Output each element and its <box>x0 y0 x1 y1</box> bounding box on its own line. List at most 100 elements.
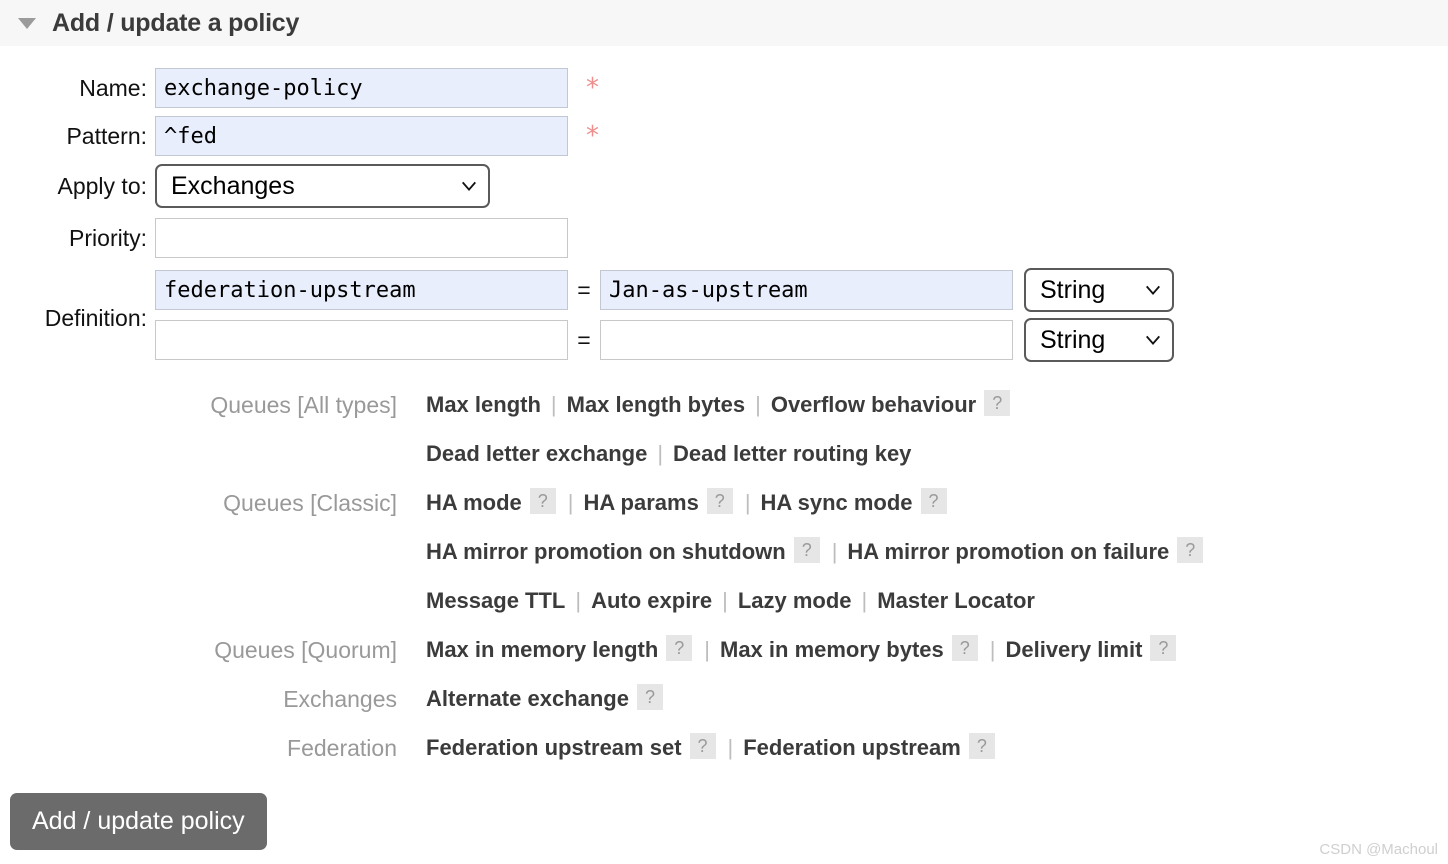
hint-links: Max length | Max length bytes | Overflow beh… <box>397 382 1448 480</box>
definition-label: Definition: <box>44 305 147 331</box>
hint-separator: | <box>657 441 664 466</box>
definition-equals-sign: = <box>577 326 591 353</box>
page-title: Add / update a policy <box>52 8 300 37</box>
hint-link[interactable]: HA mirror promotion on failure <box>847 539 1169 564</box>
definition-type-select[interactable]: String <box>1024 268 1174 312</box>
triangle-down-icon[interactable] <box>18 17 36 29</box>
help-icon[interactable]: ? <box>636 684 663 710</box>
hint-link[interactable]: Lazy mode <box>738 588 852 613</box>
add-update-policy-button[interactable]: Add / update policy <box>10 793 267 850</box>
hint-separator: | <box>755 392 761 417</box>
policy-form: Name: * Pattern: * Apply to: Exchanges P… <box>0 46 1448 774</box>
chevron-down-icon <box>1146 285 1160 295</box>
help-icon[interactable]: ? <box>920 488 947 514</box>
hint-links: Federation upstream set? | Federation upst… <box>397 725 1448 774</box>
hint-separator: | <box>727 735 734 760</box>
help-icon[interactable]: ? <box>529 488 556 514</box>
hint-line: HA mirror promotion on shutdown? | HA mirr… <box>426 529 1448 578</box>
definition-type-selected-value: String <box>1040 275 1106 304</box>
policy-hints: Queues [All types] Max length | Max length … <box>0 382 1448 774</box>
help-icon[interactable]: ? <box>984 390 1011 416</box>
definition-row: = String <box>155 268 1174 312</box>
hint-separator: | <box>704 637 710 662</box>
hint-category-label: Queues [All types] <box>210 392 397 418</box>
hint-link[interactable]: Delivery limit <box>1005 637 1142 662</box>
definition-type-select[interactable]: String <box>1024 318 1174 362</box>
definition-key-input[interactable] <box>155 270 568 310</box>
definition-value-input[interactable] <box>600 270 1013 310</box>
hint-link[interactable]: Alternate exchange <box>426 686 629 711</box>
definition-type-selected-value: String <box>1040 325 1106 354</box>
hint-link[interactable]: Federation upstream <box>743 735 961 760</box>
hint-category-label: Exchanges <box>283 686 397 712</box>
definition-key-input[interactable] <box>155 320 568 360</box>
apply-to-label: Apply to: <box>57 172 148 199</box>
hint-group: Queues [Classic] HA mode? | HA params? | HA s… <box>0 480 1448 627</box>
hint-link[interactable]: Auto expire <box>591 588 712 613</box>
pattern-input[interactable] <box>155 116 568 156</box>
help-icon[interactable]: ? <box>689 733 716 759</box>
apply-to-selected-value: Exchanges <box>171 171 295 200</box>
hint-line: Max in memory length? | Max in memory byte… <box>426 627 1448 676</box>
hint-link[interactable]: Max in memory bytes <box>720 637 944 662</box>
help-icon[interactable]: ? <box>706 488 733 514</box>
hint-separator: | <box>989 637 996 662</box>
hint-link[interactable]: HA mode <box>426 490 522 515</box>
hint-link[interactable]: Message TTL <box>426 588 565 613</box>
hint-link[interactable]: HA sync mode <box>761 490 913 515</box>
hint-separator: | <box>722 588 728 613</box>
hint-link[interactable]: HA mirror promotion on shutdown <box>426 539 786 564</box>
priority-label: Priority: <box>69 224 147 251</box>
help-icon[interactable]: ? <box>1177 537 1204 563</box>
pattern-required-asterisk: * <box>586 121 599 151</box>
submit-area: Add / update policy <box>10 793 267 850</box>
help-icon[interactable]: ? <box>793 537 820 563</box>
hint-line: Dead letter exchange | Dead letter routing… <box>426 431 1448 480</box>
name-label: Name: <box>79 74 147 101</box>
apply-to-select[interactable]: Exchanges <box>155 164 490 208</box>
hint-link[interactable]: Dead letter routing key <box>673 441 911 466</box>
hint-line: Max length | Max length bytes | Overflow beh… <box>426 382 1448 431</box>
hint-line: Alternate exchange? <box>426 676 1448 725</box>
definition-value-input[interactable] <box>600 320 1013 360</box>
hint-link[interactable]: HA params <box>583 490 698 515</box>
hint-link[interactable]: Max length <box>426 392 541 417</box>
form-row-apply-to: Apply to: Exchanges <box>0 164 1448 208</box>
hint-line: Federation upstream set? | Federation upst… <box>426 725 1448 774</box>
name-input[interactable] <box>155 68 568 108</box>
hint-link[interactable]: Master Locator <box>877 588 1035 613</box>
hint-links: Alternate exchange? <box>397 676 1448 725</box>
hint-separator: | <box>831 539 838 564</box>
help-icon[interactable]: ? <box>968 733 995 759</box>
definition-row: = String <box>155 318 1174 362</box>
priority-input[interactable] <box>155 218 568 258</box>
definition-rows: = String = String <box>155 268 1174 368</box>
chevron-down-icon <box>462 181 476 191</box>
section-header[interactable]: Add / update a policy <box>0 0 1448 46</box>
hint-separator: | <box>575 588 582 613</box>
hint-link[interactable]: Overflow behaviour <box>771 392 976 417</box>
hint-category-label: Federation <box>287 735 397 761</box>
hint-category-label: Queues [Classic] <box>223 490 397 516</box>
hint-links: Max in memory length? | Max in memory byte… <box>397 627 1448 676</box>
hint-link[interactable]: Federation upstream set <box>426 735 682 760</box>
pattern-label: Pattern: <box>66 122 147 149</box>
definition-equals-sign: = <box>577 276 591 303</box>
hint-category-label: Queues [Quorum] <box>214 637 397 663</box>
form-row-definition: Definition: = String = S <box>0 268 1448 368</box>
help-icon[interactable]: ? <box>666 635 693 661</box>
hint-group: Queues [All types] Max length | Max length … <box>0 382 1448 480</box>
hint-link[interactable]: Max in memory length <box>426 637 658 662</box>
hint-link[interactable]: Max length bytes <box>567 392 745 417</box>
hint-link[interactable]: Dead letter exchange <box>426 441 647 466</box>
hint-group: Federation Federation upstream set? | Feder… <box>0 725 1448 774</box>
hint-line: HA mode? | HA params? | HA sync mode? <box>426 480 1448 529</box>
form-row-pattern: Pattern: * <box>0 116 1448 156</box>
hint-separator: | <box>567 490 574 515</box>
hint-line: Message TTL | Auto expire | Lazy mode | Master… <box>426 578 1448 627</box>
hint-separator: | <box>550 392 557 417</box>
help-icon[interactable]: ? <box>951 635 978 661</box>
name-required-asterisk: * <box>586 73 599 103</box>
watermark: CSDN @Machoul <box>1319 841 1438 858</box>
help-icon[interactable]: ? <box>1150 635 1177 661</box>
